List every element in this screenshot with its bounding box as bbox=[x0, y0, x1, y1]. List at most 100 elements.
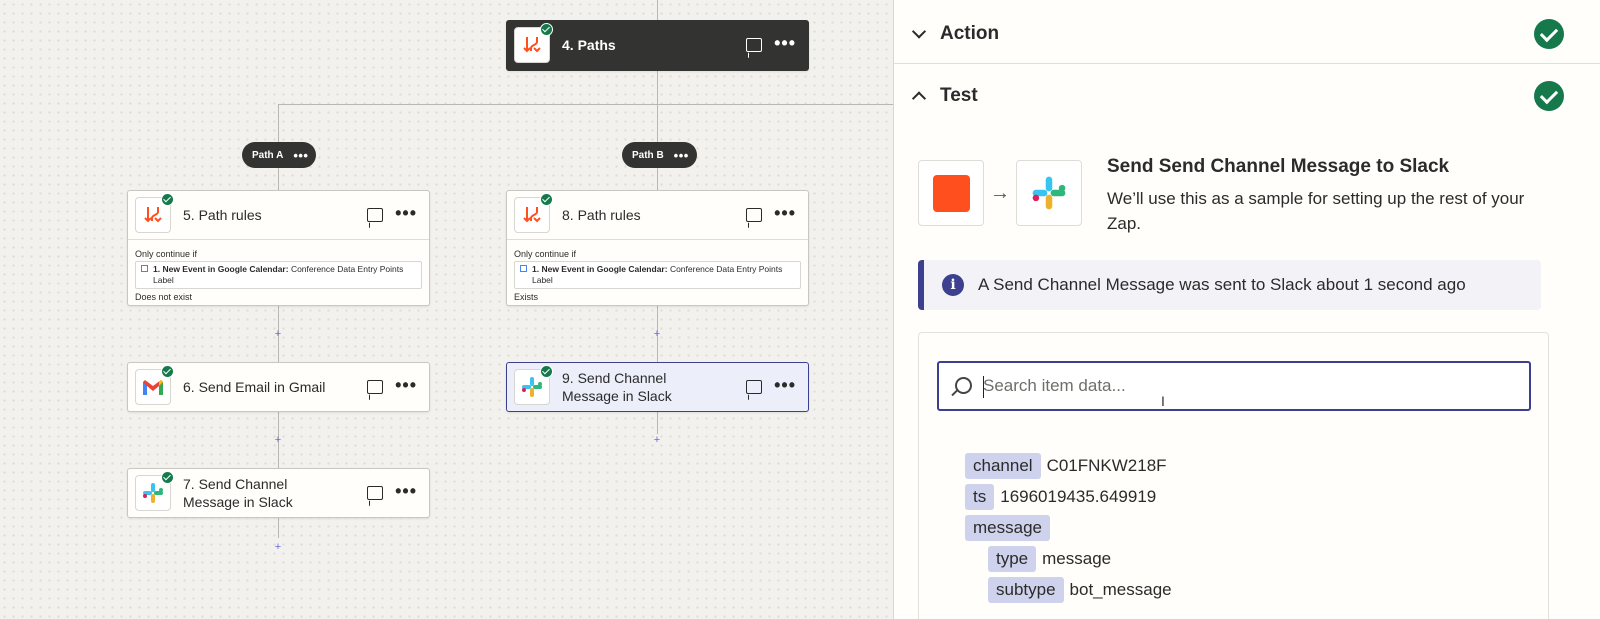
step-paths[interactable]: 4. Paths ••• bbox=[506, 20, 809, 71]
step-path-rules-a[interactable]: 5. Path rules ••• Only continue if 1. Ne… bbox=[127, 190, 430, 306]
section-title: Test bbox=[940, 85, 978, 106]
chevron-down-icon[interactable] bbox=[911, 23, 927, 39]
condition-field: 1. New Event in Google Calendar: Confere… bbox=[135, 261, 422, 289]
comment-icon[interactable] bbox=[746, 208, 762, 222]
step-title: 6. Send Email in Gmail bbox=[183, 379, 326, 395]
add-step-button[interactable]: + bbox=[272, 434, 284, 446]
trigger-app-icon bbox=[918, 160, 984, 226]
success-check-icon bbox=[161, 365, 174, 378]
search-icon bbox=[955, 377, 972, 394]
step-header: 6. Send Email in Gmail ••• bbox=[128, 363, 429, 411]
condition-operator: Does not exist bbox=[135, 292, 193, 302]
info-icon: i bbox=[942, 274, 964, 296]
more-options-icon[interactable]: ••• bbox=[774, 204, 796, 222]
path-rule-summary: Only continue if 1. New Event in Google … bbox=[128, 239, 429, 305]
path-a-pill[interactable]: Path A ••• bbox=[242, 142, 317, 168]
step-header: 8. Path rules ••• bbox=[507, 191, 808, 239]
comment-icon[interactable] bbox=[746, 380, 762, 394]
data-key[interactable]: channel bbox=[965, 453, 1041, 479]
data-row: message bbox=[965, 515, 1056, 541]
comment-icon[interactable] bbox=[367, 208, 383, 222]
connector bbox=[657, 168, 658, 190]
step-send-email-gmail[interactable]: 6. Send Email in Gmail ••• bbox=[127, 362, 430, 412]
data-row: subtype bot_message bbox=[988, 577, 1172, 603]
google-calendar-icon bbox=[141, 265, 148, 272]
data-row: channel C01FNKW218F bbox=[965, 453, 1167, 479]
more-options-icon[interactable]: ••• bbox=[774, 376, 796, 394]
google-calendar-icon bbox=[520, 265, 527, 272]
field-app: 1. New Event in Google Calendar: bbox=[532, 264, 668, 274]
more-options-icon[interactable]: ••• bbox=[293, 148, 308, 163]
success-check-icon bbox=[161, 193, 174, 206]
data-key[interactable]: subtype bbox=[988, 577, 1064, 603]
connector bbox=[278, 104, 893, 105]
step-title: 4. Paths bbox=[562, 37, 616, 53]
step-title: 7. Send Channel Message in Slack bbox=[183, 476, 293, 510]
search-input[interactable] bbox=[983, 363, 1513, 409]
section-title: Action bbox=[940, 22, 1000, 44]
section-action[interactable]: Action bbox=[894, 4, 1600, 64]
sample-data-card: I channel C01FNKW218F ts 1696019435.6499… bbox=[918, 332, 1549, 619]
comment-icon[interactable] bbox=[367, 380, 383, 394]
step-send-channel-message-slack-a[interactable]: 7. Send Channel Message in Slack ••• bbox=[127, 468, 430, 518]
condition-label: Only continue if bbox=[135, 249, 198, 259]
more-options-icon[interactable]: ••• bbox=[395, 204, 417, 222]
data-key[interactable]: type bbox=[988, 546, 1037, 572]
connector bbox=[657, 412, 658, 434]
step-header: 7. Send Channel Message in Slack ••• bbox=[128, 469, 429, 517]
search-box[interactable]: I bbox=[937, 361, 1531, 411]
step-details-panel: Action Test → Send Send Channel Message … bbox=[893, 0, 1600, 619]
connector bbox=[657, 104, 658, 142]
sample-title: Send Send Channel Message to Slack bbox=[1107, 156, 1450, 177]
sample-description: We’ll use this as a sample for setting u… bbox=[1107, 189, 1525, 233]
chevron-up-icon[interactable] bbox=[911, 91, 927, 106]
success-check-icon bbox=[161, 471, 174, 484]
data-value: message bbox=[1042, 549, 1112, 568]
connector bbox=[278, 518, 279, 538]
data-value: 1696019435.649919 bbox=[1000, 487, 1157, 506]
success-check-icon bbox=[540, 23, 553, 36]
zap-editor-canvas[interactable]: + + + + + 4. Paths ••• Path A ••• Path B… bbox=[0, 0, 893, 619]
step-title: 8. Path rules bbox=[562, 207, 641, 223]
step-header: 5. Path rules ••• bbox=[128, 191, 429, 239]
connector bbox=[278, 168, 279, 190]
path-label: Path B bbox=[632, 149, 664, 161]
text-caret bbox=[983, 376, 984, 398]
more-options-icon[interactable]: ••• bbox=[774, 34, 796, 52]
step-send-channel-message-slack-b[interactable]: 9. Send Channel Message in Slack ••• bbox=[506, 362, 809, 412]
add-step-button[interactable]: + bbox=[651, 434, 663, 446]
connector bbox=[278, 104, 279, 142]
path-label: Path A bbox=[252, 149, 284, 161]
condition-label: Only continue if bbox=[514, 249, 577, 259]
add-step-button[interactable]: + bbox=[272, 541, 284, 553]
more-options-icon[interactable]: ••• bbox=[674, 148, 689, 163]
zapier-icon bbox=[932, 174, 970, 212]
data-value: bot_message bbox=[1069, 580, 1172, 599]
step-path-rules-b[interactable]: 8. Path rules ••• Only continue if 1. Ne… bbox=[506, 190, 809, 306]
comment-icon[interactable] bbox=[746, 38, 762, 52]
data-row: type message bbox=[988, 546, 1111, 572]
success-check-icon bbox=[540, 365, 553, 378]
success-check-icon bbox=[1534, 81, 1564, 111]
section-test[interactable]: Test bbox=[894, 64, 1600, 128]
add-step-button[interactable]: + bbox=[272, 328, 284, 340]
arrow-right-icon: → bbox=[990, 182, 1010, 204]
success-check-icon bbox=[1534, 18, 1564, 49]
data-key[interactable]: message bbox=[965, 515, 1050, 541]
comment-icon[interactable] bbox=[367, 486, 383, 500]
connector bbox=[657, 0, 658, 20]
data-row: ts 1696019435.649919 bbox=[965, 484, 1156, 510]
text-cursor-icon: I bbox=[1161, 393, 1165, 409]
data-key[interactable]: ts bbox=[965, 484, 995, 510]
add-step-button[interactable]: + bbox=[651, 328, 663, 340]
success-check-icon bbox=[540, 193, 553, 206]
path-b-pill[interactable]: Path B ••• bbox=[622, 142, 697, 168]
step-title: 9. Send Channel Message in Slack bbox=[562, 370, 672, 404]
slack-icon bbox=[1016, 160, 1082, 226]
step-header: 4. Paths ••• bbox=[507, 21, 808, 69]
more-options-icon[interactable]: ••• bbox=[395, 482, 417, 500]
step-header: 9. Send Channel Message in Slack ••• bbox=[507, 363, 808, 411]
info-banner: i A Send Channel Message was sent to Sla… bbox=[918, 260, 1541, 310]
more-options-icon[interactable]: ••• bbox=[395, 376, 417, 394]
step-title: 5. Path rules bbox=[183, 207, 262, 223]
